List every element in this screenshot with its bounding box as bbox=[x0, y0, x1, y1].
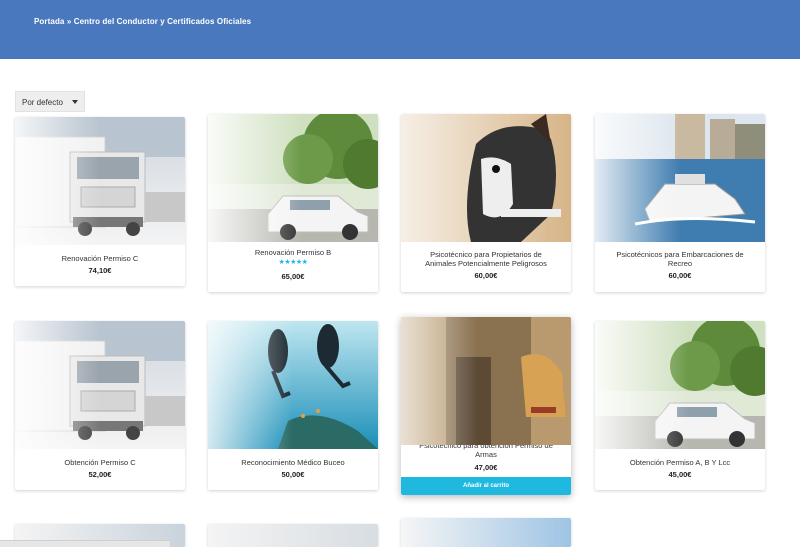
product-card[interactable]: Obtención Permiso A, B Y Lcc 45,00€ bbox=[595, 321, 765, 490]
breadcrumb: Portada » Centro del Conductor y Certifi… bbox=[34, 17, 251, 26]
product-title[interactable]: Obtención Permiso C bbox=[15, 458, 185, 467]
breadcrumb-separator: » bbox=[64, 17, 74, 26]
bottom-toolbar bbox=[0, 540, 170, 547]
product-title[interactable]: Psicotécnicos para Embarcaciones de Recr… bbox=[595, 250, 765, 268]
product-price: 65,00€ bbox=[281, 272, 305, 281]
rating-stars-icon: ★★★★★ bbox=[278, 259, 308, 266]
product-title[interactable]: Psicotécnico para Propietarios de Animal… bbox=[401, 250, 571, 268]
caret-down-icon bbox=[72, 100, 78, 104]
sort-select[interactable]: Por defecto bbox=[15, 91, 85, 112]
product-image-dog bbox=[401, 114, 571, 242]
product-image-hunter bbox=[401, 317, 571, 445]
product-card[interactable] bbox=[208, 524, 378, 547]
product-image-truck bbox=[15, 321, 185, 449]
product-price: 50,00€ bbox=[281, 470, 305, 479]
product-price: 60,00€ bbox=[668, 271, 692, 280]
breadcrumb-current: Centro del Conductor y Certificados Ofic… bbox=[73, 17, 252, 26]
product-image bbox=[208, 524, 378, 547]
product-price: 47,00€ bbox=[474, 463, 498, 472]
product-price: 74,10€ bbox=[88, 266, 112, 275]
product-card-hovered[interactable]: Psicotécnico para obtención Permiso de A… bbox=[401, 317, 571, 495]
header-banner: Portada » Centro del Conductor y Certifi… bbox=[0, 0, 800, 59]
product-price: 45,00€ bbox=[668, 470, 692, 479]
add-to-cart-button[interactable]: Añadir al carrito bbox=[401, 477, 571, 495]
sort-select-value: Por defecto bbox=[22, 98, 63, 107]
breadcrumb-home-link[interactable]: Portada bbox=[34, 17, 65, 26]
product-card[interactable]: Reconocimiento Médico Buceo 50,00€ bbox=[208, 321, 378, 490]
product-title[interactable]: Reconocimiento Médico Buceo bbox=[208, 458, 378, 467]
product-card[interactable]: Obtención Permiso C 52,00€ bbox=[15, 321, 185, 490]
product-card[interactable]: Renovación Permiso B ★★★★★ 65,00€ bbox=[208, 114, 378, 292]
product-image-boat bbox=[595, 114, 765, 242]
product-image-diver bbox=[208, 321, 378, 449]
product-image bbox=[401, 518, 571, 547]
product-image-car bbox=[208, 114, 378, 242]
product-image-car bbox=[595, 321, 765, 449]
product-title[interactable]: Renovación Permiso C bbox=[15, 254, 185, 263]
product-card[interactable] bbox=[401, 518, 571, 547]
product-card[interactable]: Renovación Permiso C 74,10€ bbox=[15, 117, 185, 286]
product-price: 52,00€ bbox=[88, 470, 112, 479]
product-title[interactable]: Obtención Permiso A, B Y Lcc bbox=[595, 458, 765, 467]
product-card[interactable]: Psicotécnico para Propietarios de Animal… bbox=[401, 114, 571, 292]
product-price: 60,00€ bbox=[474, 271, 498, 280]
product-image-truck bbox=[15, 117, 185, 245]
product-title[interactable]: Renovación Permiso B bbox=[208, 248, 378, 257]
product-card[interactable]: Psicotécnicos para Embarcaciones de Recr… bbox=[595, 114, 765, 292]
